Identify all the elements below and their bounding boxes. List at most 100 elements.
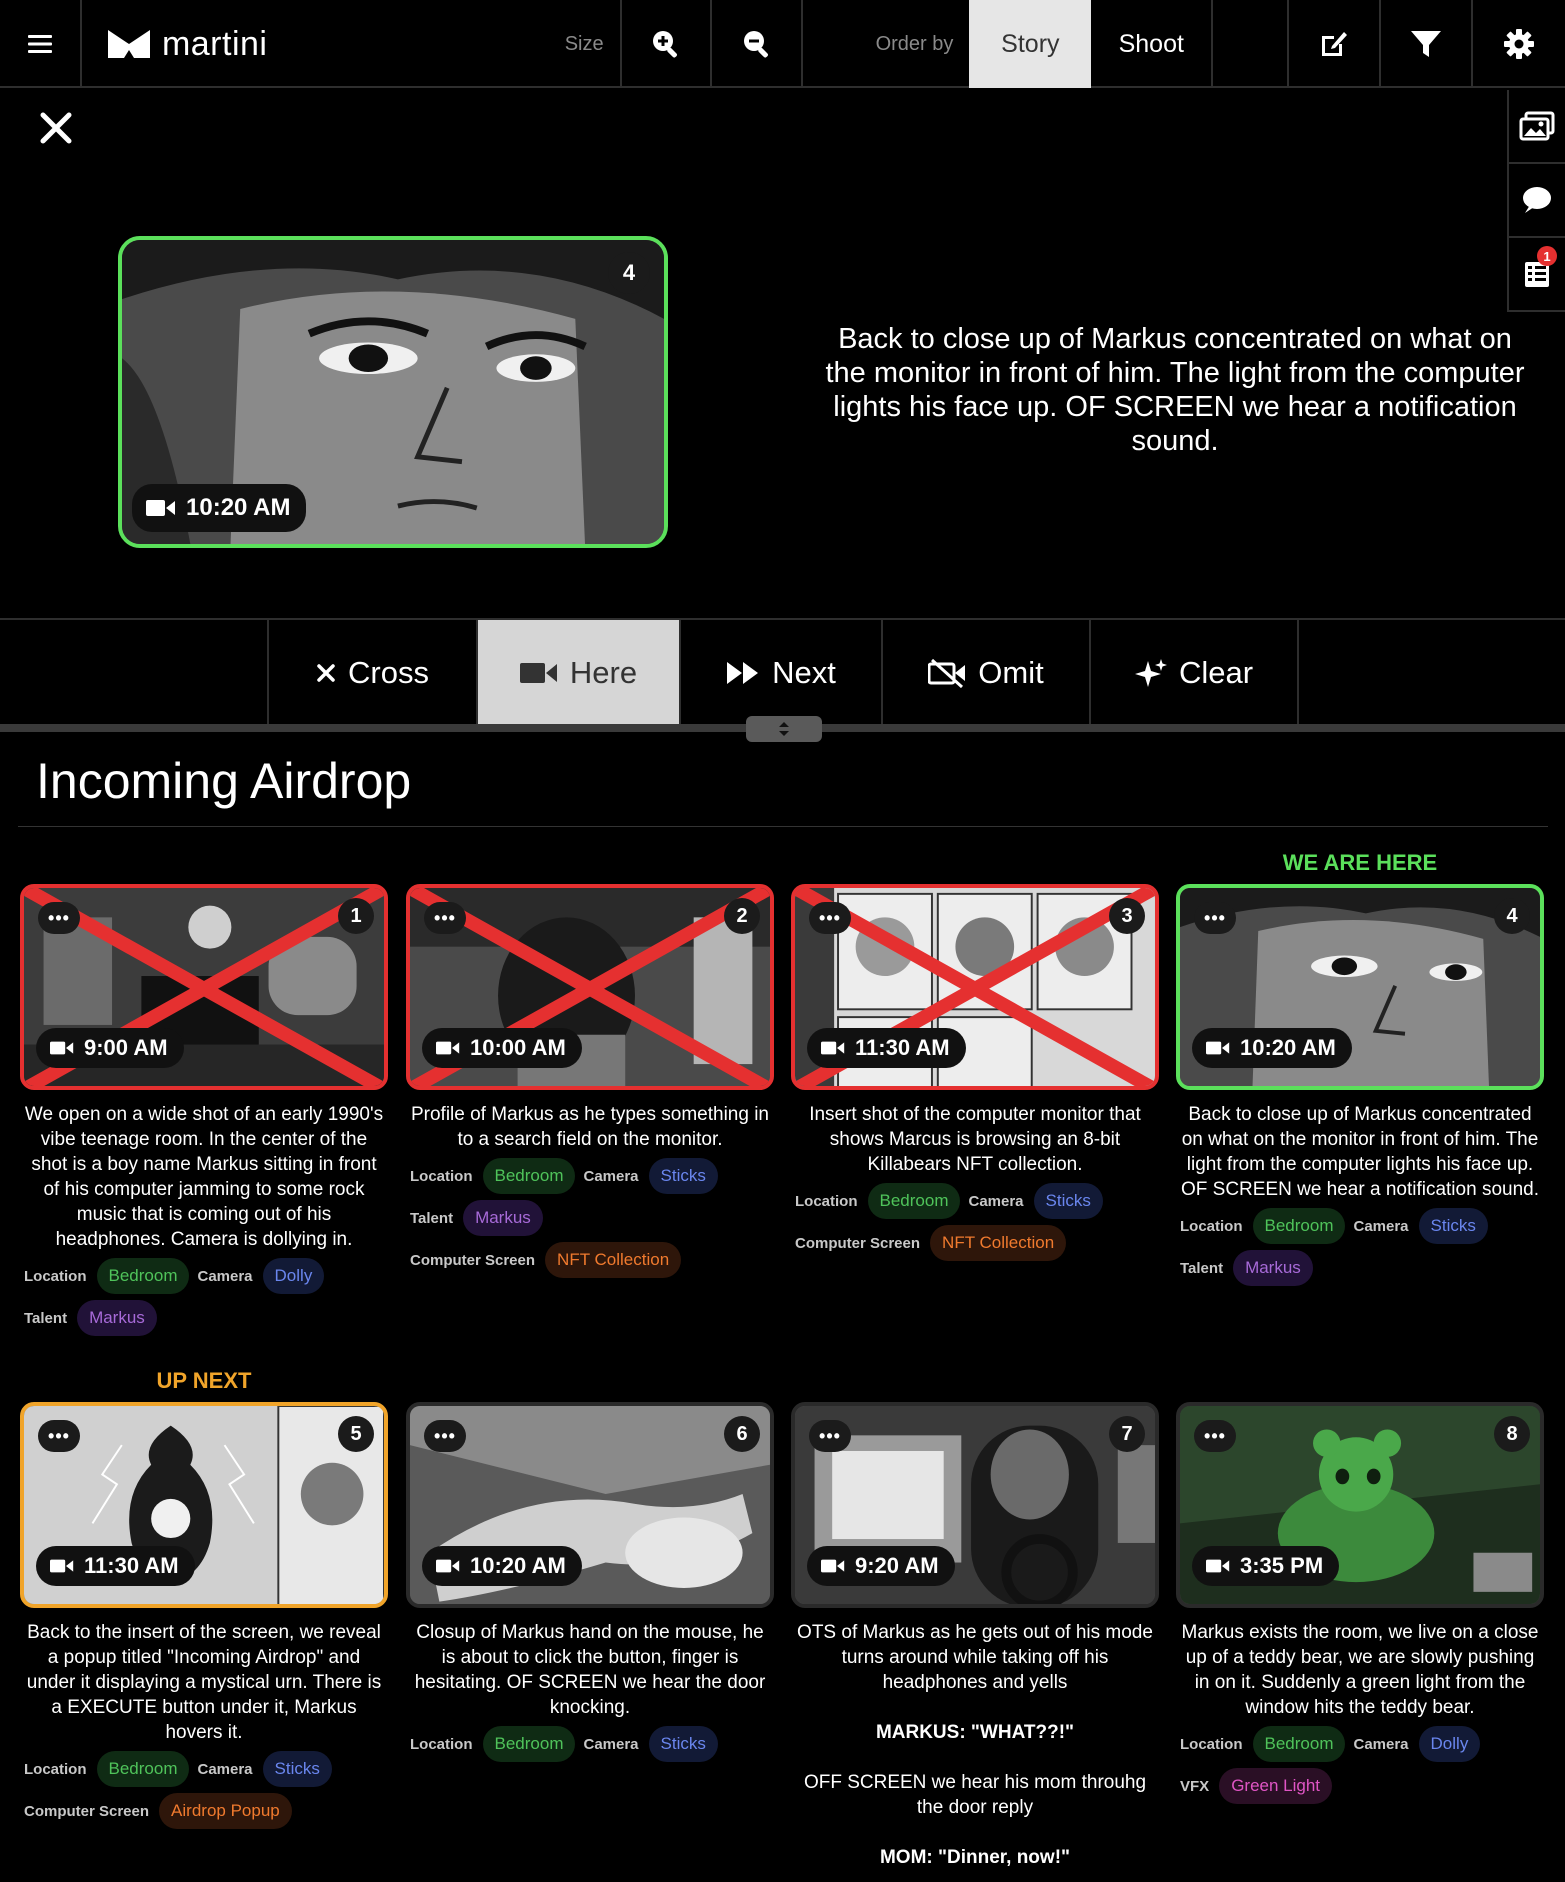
shot-time: 3:35 PM bbox=[1240, 1553, 1324, 1578]
location-tag[interactable]: Bedroom bbox=[96, 1751, 190, 1787]
zoom-in-button[interactable] bbox=[619, 0, 712, 88]
shot-tags: Location Bedroom Camera Sticks Talent Ma… bbox=[1176, 1208, 1544, 1286]
shot-thumbnail[interactable]: ••• 1 9:00 AM bbox=[20, 884, 388, 1090]
card-menu-button[interactable]: ••• bbox=[1194, 902, 1236, 934]
tag-label: Talent bbox=[410, 1209, 454, 1227]
shot-time: 9:20 AM bbox=[855, 1553, 939, 1578]
comments-button[interactable] bbox=[1507, 164, 1565, 238]
tab-story[interactable]: Story bbox=[969, 0, 1092, 88]
order-by-label: Order by bbox=[875, 32, 954, 55]
shot-number-badge: 4 bbox=[608, 252, 650, 294]
shot-thumbnail[interactable]: ••• 4 10:20 AM bbox=[1176, 884, 1544, 1090]
tag-label: Talent bbox=[1180, 1259, 1224, 1277]
talent-tag[interactable]: Markus bbox=[1233, 1250, 1313, 1286]
shot-description: Back to the insert of the screen, we rev… bbox=[26, 1622, 382, 1743]
vfx-tag[interactable]: Green Light bbox=[1219, 1768, 1333, 1804]
shot-number-badge: 7 bbox=[1109, 1416, 1145, 1452]
location-tag[interactable]: Bedroom bbox=[96, 1258, 190, 1294]
talent-tag[interactable]: Markus bbox=[463, 1200, 543, 1236]
up-next-marker: UP NEXT bbox=[156, 1368, 252, 1393]
tag-label: Camera bbox=[1353, 1735, 1409, 1753]
shot-thumbnail[interactable]: ••• 3 11:30 AM bbox=[791, 884, 1159, 1090]
location-tag[interactable]: Bedroom bbox=[482, 1158, 576, 1194]
notification-badge: 1 bbox=[1537, 246, 1557, 266]
cross-button[interactable]: Cross bbox=[269, 620, 478, 726]
shot-tags: Location Bedroom Camera Sticks Computer … bbox=[791, 1183, 1159, 1261]
fast-forward-icon bbox=[727, 662, 759, 684]
location-tag[interactable]: Bedroom bbox=[867, 1183, 961, 1219]
computer-screen-tag[interactable]: NFT Collection bbox=[930, 1225, 1067, 1261]
shot-card[interactable]: ••• 1 9:00 AM We open on a wide shot of … bbox=[20, 884, 388, 1336]
filter-button[interactable] bbox=[1381, 0, 1474, 88]
talent-tag[interactable]: Markus bbox=[77, 1300, 157, 1336]
shot-time: 11:30 AM bbox=[84, 1553, 179, 1578]
shot-time-pill: 10:00 AM bbox=[422, 1028, 582, 1068]
shot-time-pill: 9:00 AM bbox=[36, 1028, 184, 1068]
next-button[interactable]: Next bbox=[681, 620, 883, 726]
card-menu-button[interactable]: ••• bbox=[809, 902, 851, 934]
shot-card[interactable]: ••• 2 10:00 AM Profile of Markus as he t… bbox=[406, 884, 774, 1278]
menu-button[interactable] bbox=[0, 0, 82, 88]
location-tag[interactable]: Bedroom bbox=[1252, 1208, 1346, 1244]
shot-time-pill: 10:20 AM bbox=[1192, 1028, 1352, 1068]
shot-thumbnail[interactable]: ••• 8 3:35 PM bbox=[1176, 1402, 1544, 1608]
resize-handle[interactable] bbox=[746, 716, 822, 742]
settings-button[interactable] bbox=[1473, 0, 1565, 88]
tag-label: Camera bbox=[1353, 1217, 1409, 1235]
computer-screen-tag[interactable]: Airdrop Popup bbox=[159, 1793, 292, 1829]
camera-tag[interactable]: Sticks bbox=[648, 1726, 718, 1762]
video-camera-icon bbox=[821, 1041, 845, 1055]
here-button[interactable]: Here bbox=[478, 620, 681, 726]
card-menu-button[interactable]: ••• bbox=[38, 1420, 80, 1452]
card-menu-button[interactable]: ••• bbox=[424, 902, 466, 934]
card-menu-button[interactable]: ••• bbox=[38, 902, 80, 934]
location-tag[interactable]: Bedroom bbox=[1252, 1726, 1346, 1762]
camera-tag[interactable]: Sticks bbox=[648, 1158, 718, 1194]
shot-description: Markus exists the room, we live on a clo… bbox=[1181, 1622, 1539, 1718]
shot-card[interactable]: WE ARE HERE ••• 4 10:20 AM Back to close… bbox=[1176, 850, 1544, 1286]
hamburger-icon bbox=[27, 35, 52, 53]
video-camera-icon bbox=[50, 1559, 74, 1573]
storyboard-button[interactable] bbox=[1507, 90, 1565, 164]
camera-tag[interactable]: Sticks bbox=[1418, 1208, 1488, 1244]
shot-thumbnail[interactable]: ••• 7 9:20 AM bbox=[791, 1402, 1159, 1608]
tag-label: Location bbox=[1180, 1217, 1243, 1235]
clear-button[interactable]: Clear bbox=[1091, 620, 1299, 726]
tag-label: Computer Screen bbox=[24, 1802, 150, 1820]
cross-label: Cross bbox=[348, 655, 429, 690]
brand-name: martini bbox=[161, 24, 268, 63]
card-menu-button[interactable]: ••• bbox=[424, 1420, 466, 1452]
shot-thumbnail[interactable]: ••• 5 11:30 AM bbox=[20, 1402, 388, 1608]
close-icon[interactable] bbox=[36, 108, 76, 148]
shot-card[interactable]: ••• 8 3:35 PM Markus exists the room, we… bbox=[1176, 1402, 1544, 1804]
shot-card[interactable]: ••• 6 10:20 AM Closup of Markus hand on … bbox=[406, 1402, 774, 1762]
shot-tags: Location Bedroom Camera Sticks Talent Ma… bbox=[406, 1158, 774, 1278]
brand: martini Size bbox=[82, 0, 620, 88]
zoom-out-button[interactable] bbox=[712, 0, 804, 88]
shot-time: 10:00 AM bbox=[470, 1035, 566, 1060]
shot-thumbnail[interactable]: ••• 2 10:00 AM bbox=[406, 884, 774, 1090]
shot-card[interactable]: UP NEXT ••• 5 11:30 AM Back to the inser… bbox=[20, 1368, 388, 1829]
camera-tag[interactable]: Sticks bbox=[1033, 1183, 1103, 1219]
tag-label: Location bbox=[410, 1735, 473, 1753]
dialogue-line: MARKUS: "WHAT??!" bbox=[875, 1722, 1075, 1743]
omit-button[interactable]: Omit bbox=[883, 620, 1091, 726]
shot-card[interactable]: ••• 3 11:30 AM Insert shot of the comput… bbox=[791, 884, 1159, 1261]
edit-button[interactable] bbox=[1289, 0, 1382, 88]
card-menu-button[interactable]: ••• bbox=[1194, 1420, 1236, 1452]
card-menu-button[interactable]: ••• bbox=[809, 1420, 851, 1452]
camera-tag[interactable]: Sticks bbox=[262, 1751, 332, 1787]
tag-label: Computer Screen bbox=[410, 1251, 536, 1269]
shot-time: 11:30 AM bbox=[855, 1035, 950, 1060]
video-off-icon bbox=[928, 658, 966, 688]
shot-thumbnail[interactable]: ••• 6 10:20 AM bbox=[406, 1402, 774, 1608]
video-camera-icon bbox=[1206, 1559, 1230, 1573]
computer-screen-tag[interactable]: NFT Collection bbox=[545, 1242, 682, 1278]
shot-card[interactable]: ••• 7 9:20 AM OTS of Markus as he gets o… bbox=[791, 1402, 1159, 1870]
camera-tag[interactable]: Dolly bbox=[1418, 1726, 1481, 1762]
location-tag[interactable]: Bedroom bbox=[482, 1726, 576, 1762]
camera-tag[interactable]: Dolly bbox=[262, 1258, 325, 1294]
shot-time-pill: 11:30 AM bbox=[807, 1028, 966, 1068]
shotlist-button[interactable]: 1 bbox=[1507, 238, 1565, 312]
tab-shoot[interactable]: Shoot bbox=[1091, 0, 1214, 88]
